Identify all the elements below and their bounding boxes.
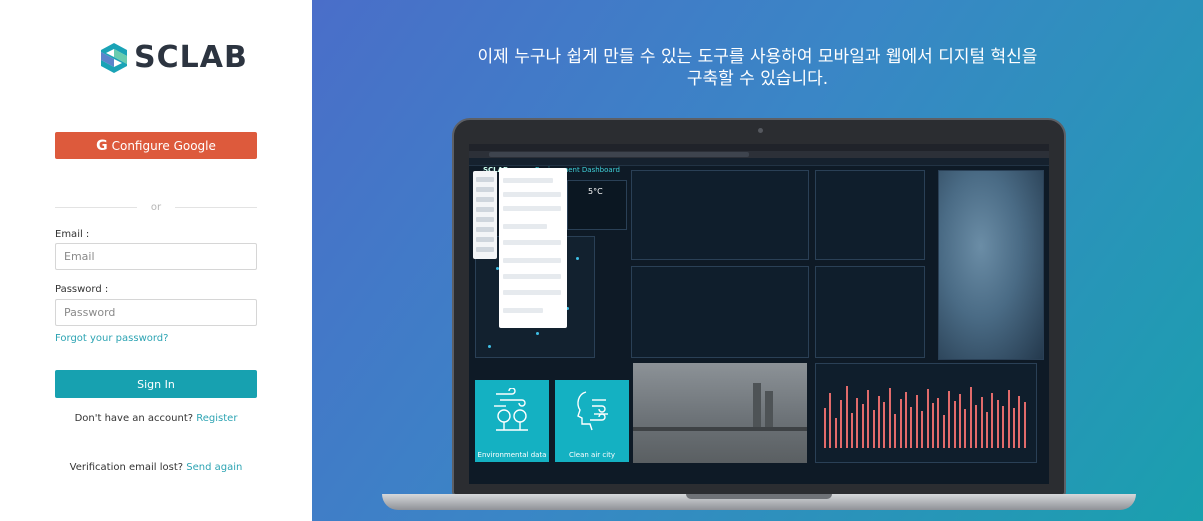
chart-bar	[1007, 390, 1010, 448]
dashboard-tile-2	[815, 170, 925, 260]
weather-temp: 5°C	[588, 187, 603, 196]
app-toolbar	[469, 158, 1049, 166]
chart-bar	[986, 412, 988, 448]
sclab-logo-icon	[101, 42, 127, 73]
sclab-logo: SCLAB	[100, 40, 248, 75]
env-data-caption: Environmental data	[477, 451, 547, 459]
verify-row: Verification email lost? Send again	[0, 462, 312, 473]
sign-in-button[interactable]: Sign In	[55, 370, 257, 398]
browser-address-bar	[469, 151, 1049, 158]
or-text: or	[150, 201, 162, 213]
register-prompt: Don't have an account?	[74, 413, 194, 424]
chart-bar	[872, 410, 875, 448]
login-panel: SCLAB G Configure Google or Email : Pass…	[0, 0, 312, 521]
settings-popup	[499, 168, 567, 328]
chart-bar	[867, 390, 870, 448]
tree-wind-icon	[494, 388, 528, 431]
chart-bar	[851, 413, 853, 448]
chart-bar	[969, 387, 972, 448]
clean-air-tile: Clean air city	[555, 380, 629, 462]
chart-bar	[856, 398, 859, 448]
chart-bar	[910, 407, 913, 448]
configure-google-label: Configure Google	[111, 138, 216, 153]
logo-text: SCLAB	[134, 40, 248, 75]
headline-line-2: 구축할 수 있습니다.	[686, 69, 829, 89]
chart-bars	[824, 386, 1032, 448]
verify-prompt: Verification email lost?	[69, 462, 184, 473]
chart-bar	[996, 400, 999, 448]
forgot-password-link[interactable]: Forgot your password?	[55, 333, 168, 344]
laptop-camera	[758, 128, 763, 133]
laptop-notch	[686, 494, 832, 499]
send-again-link[interactable]: Send again	[186, 462, 242, 473]
chart-bar	[1013, 408, 1015, 448]
chart-bar	[840, 400, 843, 448]
password-input[interactable]	[55, 299, 257, 326]
chart-bar	[883, 402, 886, 448]
chart-bar	[905, 392, 907, 448]
chart-bar	[888, 388, 891, 448]
chart-bar	[878, 396, 880, 448]
or-divider: or	[55, 200, 258, 214]
browser-tabs	[469, 144, 1049, 151]
chart-bar	[942, 415, 945, 448]
chart-bar	[824, 408, 826, 448]
chart-bar	[937, 398, 940, 448]
chart-bar	[829, 393, 832, 448]
face-wind-icon	[577, 391, 608, 431]
dashboard-tile-3	[631, 266, 809, 358]
laptop-illustration: SCLAB Environment Dashboard 5°C Environm…	[452, 118, 1066, 496]
configure-google-button[interactable]: G Configure Google	[55, 132, 257, 159]
chart-bar	[948, 391, 951, 448]
chart-bar	[926, 389, 929, 448]
email-label: Email :	[55, 229, 90, 240]
chart-bar	[834, 418, 837, 448]
chart-bar	[915, 395, 918, 448]
satellite-map-tile	[938, 170, 1044, 360]
clean-air-caption: Clean air city	[568, 451, 616, 459]
chart-bar	[975, 405, 978, 448]
promo-panel: 이제 누구나 쉽게 만들 수 있는 도구를 사용하여 모바일과 웹에서 디지털 …	[312, 0, 1203, 521]
register-row: Don't have an account? Register	[0, 413, 312, 424]
chart-bar	[845, 386, 848, 448]
bar-chart-tile	[815, 363, 1037, 463]
chart-bar	[899, 399, 902, 448]
weather-widget: 5°C	[567, 180, 627, 230]
dashboard-tile-1	[631, 170, 809, 260]
email-input[interactable]	[55, 243, 257, 270]
dashboard-tile-4	[815, 266, 925, 358]
chart-bar	[959, 394, 961, 448]
city-photo-tile	[633, 363, 807, 463]
chart-bar	[953, 401, 956, 448]
chart-bar	[921, 411, 924, 448]
password-label: Password :	[55, 284, 109, 295]
chart-bar	[964, 409, 967, 448]
chart-bar	[1023, 402, 1026, 448]
chart-bar	[980, 397, 983, 448]
register-link[interactable]: Register	[196, 413, 237, 424]
dashboard-screenshot: SCLAB Environment Dashboard 5°C Environm…	[469, 144, 1049, 484]
divider-line-right	[175, 206, 258, 208]
settings-menu	[473, 171, 497, 259]
google-icon: G	[96, 137, 108, 154]
chart-bar	[932, 403, 934, 448]
promo-headline: 이제 누구나 쉽게 만들 수 있는 도구를 사용하여 모바일과 웹에서 디지털 …	[312, 46, 1203, 90]
env-data-tile: Environmental data	[475, 380, 549, 462]
chart-bar	[1018, 396, 1021, 448]
chart-bar	[861, 404, 864, 448]
chart-bar	[1002, 406, 1005, 448]
headline-line-1: 이제 누구나 쉽게 만들 수 있는 도구를 사용하여 모바일과 웹에서 디지털 …	[477, 47, 1038, 67]
chart-bar	[894, 414, 897, 448]
divider-line-left	[55, 206, 137, 208]
chart-bar	[991, 393, 994, 448]
